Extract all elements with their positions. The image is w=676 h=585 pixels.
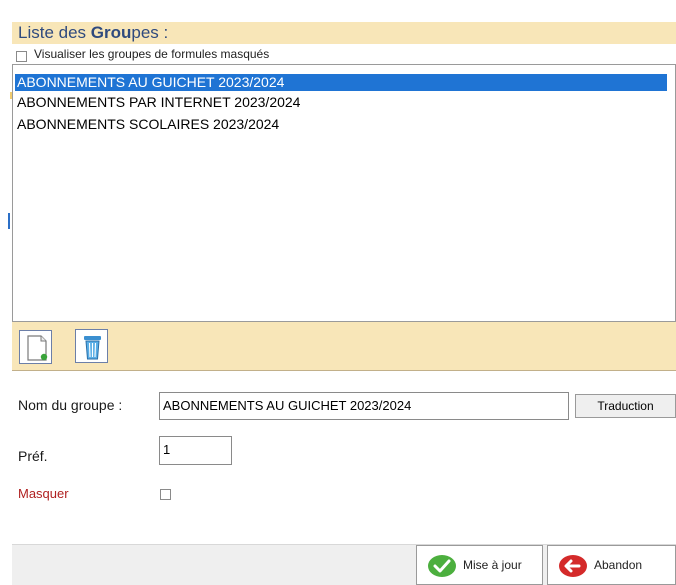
update-button-label: Mise à jour [463,558,522,572]
checkmark-icon [428,555,456,577]
delete-group-button[interactable] [75,329,108,363]
list-item[interactable]: ABONNEMENTS PAR INTERNET 2023/2024 [17,94,300,111]
show-masked-label: Visualiser les groupes de formules masqu… [34,47,270,61]
list-item[interactable]: ABONNEMENTS SCOLAIRES 2023/2024 [17,116,279,133]
cancel-button[interactable]: Abandon [547,545,676,585]
group-name-label: Nom du groupe : [18,397,123,413]
list-item[interactable]: ABONNEMENTS AU GUICHET 2023/2024 [15,74,667,91]
show-masked-checkbox[interactable] [16,51,27,62]
top-band [0,0,676,22]
left-edge-marker [8,213,10,229]
mask-checkbox[interactable] [160,489,171,500]
mask-label: Masquer [18,486,69,501]
new-group-button[interactable] [19,330,52,364]
back-arrow-icon [559,555,587,577]
cancel-button-label: Abandon [594,558,643,572]
update-button[interactable]: Mise à jour [416,545,543,585]
translate-button[interactable]: Traduction [575,394,676,418]
pref-label: Préf. [18,448,48,464]
list-toolbar [12,322,676,371]
page-title: Liste des Groupes : [18,23,169,42]
group-name-input[interactable]: ABONNEMENTS AU GUICHET 2023/2024 [159,392,569,420]
trash-icon [84,336,101,360]
new-document-icon [27,335,48,361]
pref-input[interactable]: 1 [159,436,232,465]
group-list[interactable]: ABONNEMENTS AU GUICHET 2023/2024 ABONNEM… [12,64,676,322]
